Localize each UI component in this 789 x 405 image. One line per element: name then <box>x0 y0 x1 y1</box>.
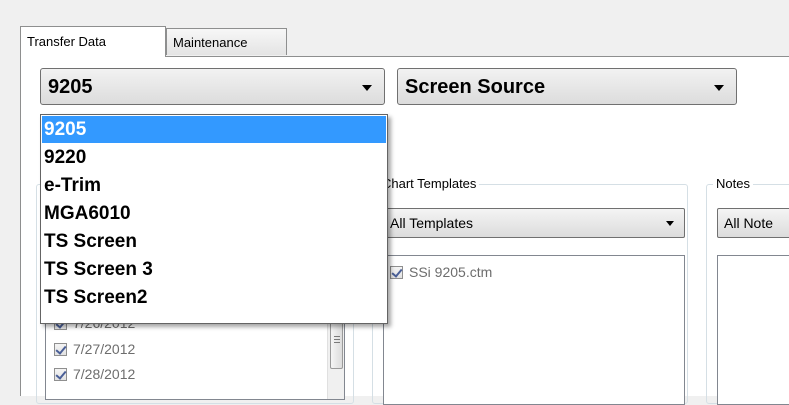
source-select[interactable]: Screen Source <box>397 68 737 105</box>
device-select[interactable]: 9205 <box>40 68 385 105</box>
chevron-down-icon[interactable] <box>362 85 372 91</box>
chevron-down-icon[interactable] <box>714 85 724 91</box>
dropdown-option-ts-screen2[interactable]: TS Screen2 <box>42 284 386 311</box>
source-select-value: Screen Source <box>405 76 546 98</box>
dropdown-option-9220[interactable]: 9220 <box>42 144 386 171</box>
device-dropdown-list[interactable]: 9205 9220 e-Trim MGA6010 TS Screen TS Sc… <box>40 114 388 324</box>
templates-filter-value: All Templates <box>390 215 474 231</box>
checkbox-checked-icon[interactable] <box>54 368 67 381</box>
chart-templates-title: Chart Templates <box>379 176 480 191</box>
notes-filter-select[interactable]: All Note <box>717 208 789 238</box>
list-item[interactable]: 7/27/2012 <box>54 341 135 357</box>
dropdown-option-ts-screen[interactable]: TS Screen <box>42 228 386 255</box>
dropdown-option-9205[interactable]: 9205 <box>42 116 386 143</box>
tab-maintenance[interactable]: Maintenance <box>166 28 287 55</box>
list-item[interactable]: SSi 9205.ctm <box>390 264 492 280</box>
chevron-down-icon[interactable] <box>666 221 674 226</box>
checkbox-checked-icon[interactable] <box>390 266 403 279</box>
device-select-value: 9205 <box>48 76 93 98</box>
templates-list[interactable]: SSi 9205.ctm <box>383 255 685 405</box>
checkbox-checked-icon[interactable] <box>54 343 67 356</box>
notes-title: Notes <box>713 176 753 191</box>
dropdown-option-ts-screen-3[interactable]: TS Screen 3 <box>42 256 386 283</box>
templates-filter-select[interactable]: All Templates <box>383 208 685 238</box>
notes-list[interactable] <box>717 255 789 405</box>
list-item[interactable]: 7/28/2012 <box>54 366 135 382</box>
notes-filter-value: All Note <box>724 215 774 231</box>
dropdown-option-mga6010[interactable]: MGA6010 <box>42 200 386 227</box>
tab-transfer-data[interactable]: Transfer Data <box>20 26 166 57</box>
dropdown-option-e-trim[interactable]: e-Trim <box>42 172 386 199</box>
